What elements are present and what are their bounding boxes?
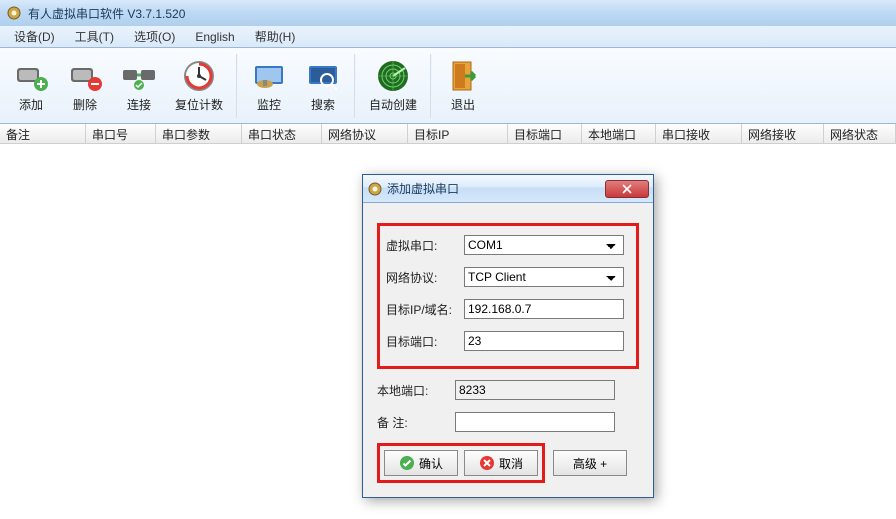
ok-label: 确认 — [419, 455, 443, 472]
toolbar-autocreate-label: 自动创建 — [369, 96, 417, 113]
toolbar-add-label: 添加 — [19, 96, 43, 113]
menu-device[interactable]: 设备(D) — [4, 26, 65, 47]
vcom-select[interactable]: COM1 — [464, 235, 624, 255]
highlight-box-fields: 虚拟串口: COM1 网络协议: TCP Client 目标IP/域名: 目标端… — [377, 223, 639, 369]
plug-add-icon — [13, 58, 49, 94]
advanced-button[interactable]: 高级 + — [553, 450, 627, 476]
ok-icon — [399, 455, 415, 471]
advanced-label: 高级 + — [573, 455, 607, 472]
col-remark[interactable]: 备注 — [0, 124, 86, 143]
radar-icon — [375, 58, 411, 94]
list-header-row: 备注 串口号 串口参数 串口状态 网络协议 目标IP 目标端口 本地端口 串口接… — [0, 124, 896, 144]
toolbar-autocreate-button[interactable]: 自动创建 — [360, 52, 426, 120]
toolbar-add-button[interactable]: 添加 — [4, 52, 58, 120]
toolbar-search-button[interactable]: 搜索 — [296, 52, 350, 120]
ok-button[interactable]: 确认 — [384, 450, 458, 476]
col-target-ip[interactable]: 目标IP — [408, 124, 508, 143]
plug-delete-icon — [67, 58, 103, 94]
dialog-close-button[interactable] — [605, 180, 649, 198]
cancel-icon — [479, 455, 495, 471]
reset-counter-icon — [181, 58, 217, 94]
search-network-icon — [305, 58, 341, 94]
menu-help[interactable]: 帮助(H) — [245, 26, 306, 47]
toolbar-separator — [354, 54, 356, 118]
label-vcom: 虚拟串口: — [386, 237, 464, 254]
toolbar-delete-label: 删除 — [73, 96, 97, 113]
toolbar-exit-button[interactable]: 退出 — [436, 52, 490, 120]
dialog-title: 添加虚拟串口 — [387, 180, 605, 197]
monitor-icon — [251, 58, 287, 94]
toolbar: 添加 删除 连接 复位计数 监控 — [0, 48, 896, 124]
col-net-rx[interactable]: 网络接收 — [742, 124, 824, 143]
menu-english[interactable]: English — [185, 28, 244, 46]
col-com-params[interactable]: 串口参数 — [156, 124, 242, 143]
plug-connect-icon — [121, 58, 157, 94]
menu-options[interactable]: 选项(O) — [124, 26, 185, 47]
col-target-port[interactable]: 目标端口 — [508, 124, 582, 143]
local-port-input — [455, 380, 615, 400]
proto-select[interactable]: TCP Client — [464, 267, 624, 287]
label-remark: 备 注: — [377, 414, 455, 431]
col-com-rx[interactable]: 串口接收 — [656, 124, 742, 143]
exit-icon — [445, 58, 481, 94]
label-local-port: 本地端口: — [377, 382, 455, 399]
toolbar-reset-button[interactable]: 复位计数 — [166, 52, 232, 120]
app-icon — [6, 5, 22, 21]
toolbar-reset-label: 复位计数 — [175, 96, 223, 113]
col-com-state[interactable]: 串口状态 — [242, 124, 322, 143]
target-ip-input[interactable] — [464, 299, 624, 319]
target-port-input[interactable] — [464, 331, 624, 351]
dialog-icon — [367, 181, 383, 197]
label-target-port: 目标端口: — [386, 333, 464, 350]
label-target-ip: 目标IP/域名: — [386, 301, 464, 318]
cancel-button[interactable]: 取消 — [464, 450, 538, 476]
toolbar-connect-label: 连接 — [127, 96, 151, 113]
toolbar-monitor-button[interactable]: 监控 — [242, 52, 296, 120]
col-local-port[interactable]: 本地端口 — [582, 124, 656, 143]
col-net-proto[interactable]: 网络协议 — [322, 124, 408, 143]
col-com-no[interactable]: 串口号 — [86, 124, 156, 143]
toolbar-monitor-label: 监控 — [257, 96, 281, 113]
toolbar-separator — [430, 54, 432, 118]
label-proto: 网络协议: — [386, 269, 464, 286]
toolbar-exit-label: 退出 — [451, 96, 475, 113]
highlight-box-buttons: 确认 取消 — [377, 443, 545, 483]
dialog-titlebar[interactable]: 添加虚拟串口 — [363, 175, 653, 203]
dialog-body: 虚拟串口: COM1 网络协议: TCP Client 目标IP/域名: 目标端… — [363, 203, 653, 497]
window-title: 有人虚拟串口软件 V3.7.1.520 — [28, 5, 185, 22]
add-vcom-dialog: 添加虚拟串口 虚拟串口: COM1 网络协议: TCP Client 目标IP/… — [362, 174, 654, 498]
menu-tools[interactable]: 工具(T) — [65, 26, 124, 47]
cancel-label: 取消 — [499, 455, 523, 472]
toolbar-delete-button[interactable]: 删除 — [58, 52, 112, 120]
col-net-state[interactable]: 网络状态 — [824, 124, 896, 143]
menubar: 设备(D) 工具(T) 选项(O) English 帮助(H) — [0, 26, 896, 48]
toolbar-search-label: 搜索 — [311, 96, 335, 113]
list-area: 添加虚拟串口 虚拟串口: COM1 网络协议: TCP Client 目标IP/… — [0, 144, 896, 519]
close-icon — [622, 184, 632, 194]
toolbar-separator — [236, 54, 238, 118]
window-titlebar: 有人虚拟串口软件 V3.7.1.520 — [0, 0, 896, 26]
toolbar-connect-button[interactable]: 连接 — [112, 52, 166, 120]
remark-input[interactable] — [455, 412, 615, 432]
